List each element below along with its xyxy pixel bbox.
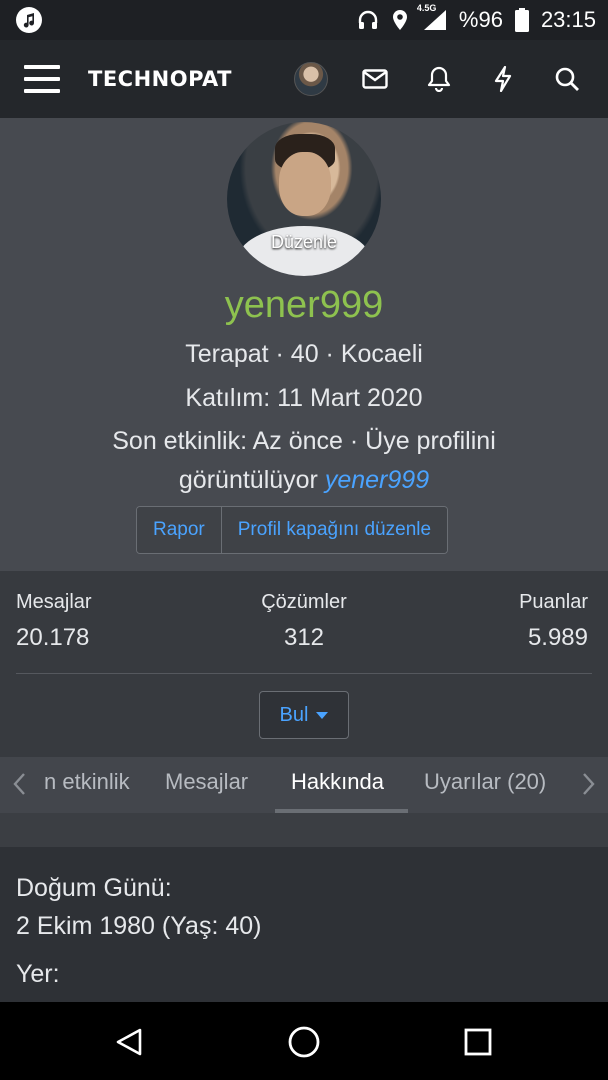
caret-down-icon (316, 711, 329, 719)
bell-icon[interactable] (422, 62, 456, 96)
stat-solutions-value: 312 (283, 624, 325, 651)
edit-cover-button[interactable]: Profil kapağını düzenle (220, 507, 448, 553)
stat-solutions-label: Çözümler (261, 591, 347, 613)
tab-about[interactable]: Hakkında (291, 769, 384, 795)
birthday-label: Doğum Günü: (16, 874, 172, 902)
tab-warnings[interactable]: Uyarılar (20) (424, 769, 546, 795)
stat-points-value: 5.989 (527, 624, 588, 651)
back-icon[interactable] (112, 1024, 148, 1060)
search-icon[interactable] (550, 62, 584, 96)
stat-points-label: Puanlar (519, 591, 588, 613)
site-logo[interactable]: TECHNOPAT (88, 67, 232, 91)
inbox-icon[interactable] (358, 62, 392, 96)
find-label: Bul (279, 703, 309, 726)
avatar-edit-label[interactable]: Düzenle (227, 232, 381, 253)
location-pin-icon (391, 9, 409, 31)
location-label: Yer: (16, 960, 60, 988)
tab-messages[interactable]: Mesajlar (165, 769, 248, 795)
last-activity-user-link[interactable]: yener999 (325, 466, 429, 494)
profile-username: yener999 (224, 284, 384, 326)
tab-latest-activity[interactable]: n etkinlik (44, 769, 130, 795)
music-note-icon (16, 7, 42, 33)
report-button[interactable]: Rapor (137, 507, 221, 553)
find-dropdown-button[interactable]: Bul (259, 691, 349, 739)
location-value: Kocaeli (16, 993, 592, 1002)
home-icon[interactable] (286, 1024, 322, 1060)
battery-icon (514, 8, 529, 32)
chevron-right-icon[interactable] (574, 769, 604, 799)
system-nav-bar (0, 1002, 608, 1080)
profile-joined: Katılım: 11 Mart 2020 (185, 384, 423, 412)
profile-header: Düzenle yener999 Terapat · 40 · Kocaeli … (0, 118, 608, 571)
network-type: 4.5G (416, 3, 437, 13)
divider (16, 673, 592, 674)
menu-icon[interactable] (24, 65, 60, 93)
birthday-value: 2 Ekim 1980 (Yaş: 40) (16, 912, 262, 940)
profile-actions: Rapor Profil kapağını düzenle (136, 506, 449, 554)
headphones-icon (357, 9, 379, 31)
last-activity-suffix: görüntülüyor (178, 466, 318, 494)
app-header: TECHNOPAT (0, 40, 608, 118)
signal-icon: 4.5G (417, 3, 447, 31)
recent-apps-icon[interactable] (460, 1024, 496, 1060)
profile-last-activity-cont: görüntülüyor yener999 (0, 466, 608, 495)
chevron-left-icon[interactable] (4, 769, 34, 799)
battery-level: %96 (458, 7, 503, 32)
clock: 23:15 (540, 7, 596, 32)
account-avatar[interactable] (294, 62, 328, 96)
profile-last-activity: Son etkinlik: Az önce · Üye profilini (112, 427, 496, 455)
status-bar: 4.5G %96 23:15 (0, 0, 608, 40)
profile-stats: Mesajlar 20.178 Çözümler 312 Puanlar 5.9… (0, 571, 608, 757)
lightning-icon[interactable] (486, 62, 520, 96)
about-section: Doğum Günü: 2 Ekim 1980 (Yaş: 40) Yer: K… (0, 847, 608, 1002)
profile-info-line: Terapat · 40 · Kocaeli (185, 340, 423, 368)
stat-solutions[interactable]: Çözümler 312 (0, 591, 608, 652)
profile-avatar[interactable]: Düzenle (227, 122, 381, 276)
stat-points[interactable]: Puanlar 5.989 (519, 591, 588, 652)
profile-tabs: n etkinlik Mesajlar Hakkında Uyarılar (2… (0, 757, 608, 813)
tab-content-header (0, 813, 608, 847)
